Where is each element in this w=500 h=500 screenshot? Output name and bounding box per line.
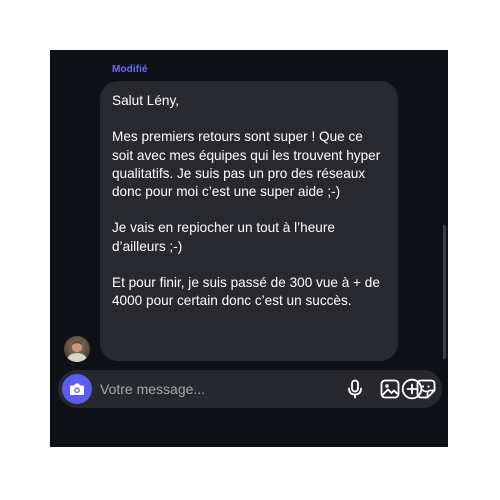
avatar-image [64,336,90,362]
camera-button[interactable] [62,374,92,404]
add-button[interactable] [401,378,423,400]
message-input[interactable] [100,379,280,399]
plus-circle-icon [401,378,423,400]
message-paragraph-repick: Je vais en repiocher un tout à l’heure d… [112,220,335,254]
message-bubble[interactable]: Salut Lény, Mes premiers retours sont su… [100,81,398,361]
message-paragraph-greeting: Salut Lény, [112,93,180,108]
image-icon [380,379,400,399]
image-button[interactable] [379,378,401,400]
message-composer [58,370,442,408]
microphone-icon [348,379,362,399]
avatar[interactable] [64,336,90,362]
microphone-button[interactable] [344,378,366,400]
chat-window: Modifié Salut Lény, Mes premiers retours… [50,50,448,447]
scrollbar[interactable] [443,225,446,359]
camera-icon [70,383,84,395]
message-paragraph-feedback: Mes premiers retours sont super ! Que ce… [112,129,381,199]
message-paragraph-views: Et pour finir, je suis passé de 300 vue … [112,274,380,309]
edited-label: Modifié [112,64,148,75]
